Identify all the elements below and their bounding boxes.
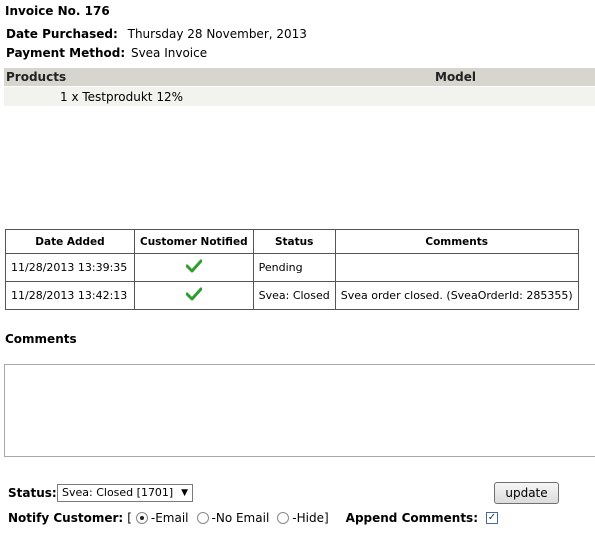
- status-selected-value: Svea: Closed [1701]: [62, 486, 174, 499]
- update-button[interactable]: update: [494, 482, 559, 504]
- history-status: Svea: Closed: [252, 281, 336, 310]
- chevron-down-icon: ▼: [181, 488, 188, 498]
- comments-header: Comments: [334, 229, 579, 254]
- date-purchased-label: Date Purchased:: [6, 27, 118, 41]
- status-select[interactable]: Svea: Closed [1701] ▼: [57, 484, 193, 502]
- model-column-header: Model: [435, 70, 477, 84]
- payment-method-label: Payment Method:: [6, 46, 126, 60]
- notify-no-email-label: -No Email: [211, 511, 270, 525]
- status-history-table: Date Added Customer Notified Status Comm…: [5, 229, 579, 310]
- history-comments: Svea order closed. (SveaOrderId: 285355): [334, 281, 579, 310]
- append-comments-label: Append Comments:: [345, 511, 478, 525]
- status-header: Status: [252, 229, 336, 254]
- check-icon: [134, 281, 254, 310]
- history-status: Pending: [252, 253, 336, 282]
- history-date: 11/28/2013 13:42:13: [5, 281, 135, 310]
- history-comments: [334, 253, 579, 282]
- payment-method-row: Payment Method: Svea Invoice: [6, 46, 207, 60]
- history-date: 11/28/2013 13:39:35: [5, 253, 135, 282]
- product-row: 1 x Testprodukt 12%: [4, 87, 595, 106]
- comments-textarea[interactable]: [4, 364, 595, 457]
- date-purchased-row: Date Purchased: Thursday 28 November, 20…: [6, 27, 307, 41]
- payment-method-value: Svea Invoice: [130, 46, 208, 60]
- append-comments-checkbox[interactable]: ✓: [486, 512, 498, 524]
- table-row: 11/28/2013 13:42:13 Svea: Closed Svea or…: [5, 281, 579, 310]
- notify-customer-label: Notify Customer:: [8, 511, 124, 525]
- product-line: 1 x Testprodukt 12%: [60, 90, 183, 104]
- date-added-header: Date Added: [5, 229, 135, 254]
- invoice-title: Invoice No. 176: [5, 4, 110, 18]
- notify-email-radio[interactable]: [135, 512, 148, 524]
- history-header-row: Date Added Customer Notified Status Comm…: [5, 229, 579, 254]
- comments-label: Comments: [5, 332, 77, 346]
- table-row: 11/28/2013 13:39:35 Pending: [5, 253, 579, 282]
- notify-email-label: -Email: [150, 511, 189, 525]
- notify-no-email-radio[interactable]: [196, 512, 209, 524]
- products-column-header: Products: [6, 70, 67, 84]
- notify-customer-row: Notify Customer: [ -Email -No Email -Hid…: [8, 511, 498, 525]
- date-purchased-value: Thursday 28 November, 2013: [127, 27, 307, 41]
- notify-hide-label: -Hide]: [292, 511, 329, 525]
- customer-notified-header: Customer Notified: [134, 229, 254, 254]
- notify-hide-radio[interactable]: [277, 512, 290, 524]
- products-header: Products Model: [4, 68, 595, 86]
- status-label: Status:: [8, 486, 57, 500]
- check-icon: [134, 253, 254, 282]
- open-bracket: [: [127, 511, 132, 525]
